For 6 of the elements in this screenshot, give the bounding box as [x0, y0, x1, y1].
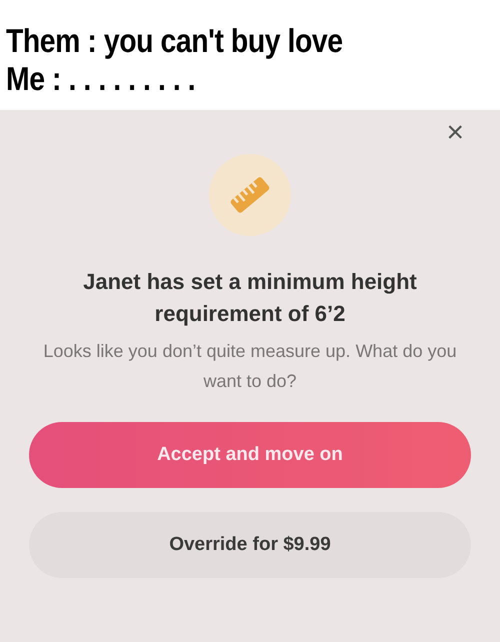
caption-line: Me : . . . . . . . . .: [6, 60, 196, 98]
caption-line: Them : you can't buy love: [6, 22, 343, 60]
close-icon[interactable]: ×: [446, 118, 464, 148]
override-button[interactable]: Override for $9.99: [29, 512, 471, 578]
dialog-title: Janet has set a minimum height requirement of 6’2: [82, 268, 418, 328]
dialog-message: Looks like you don’t quite measure up. What do you want to do?: [42, 340, 458, 393]
